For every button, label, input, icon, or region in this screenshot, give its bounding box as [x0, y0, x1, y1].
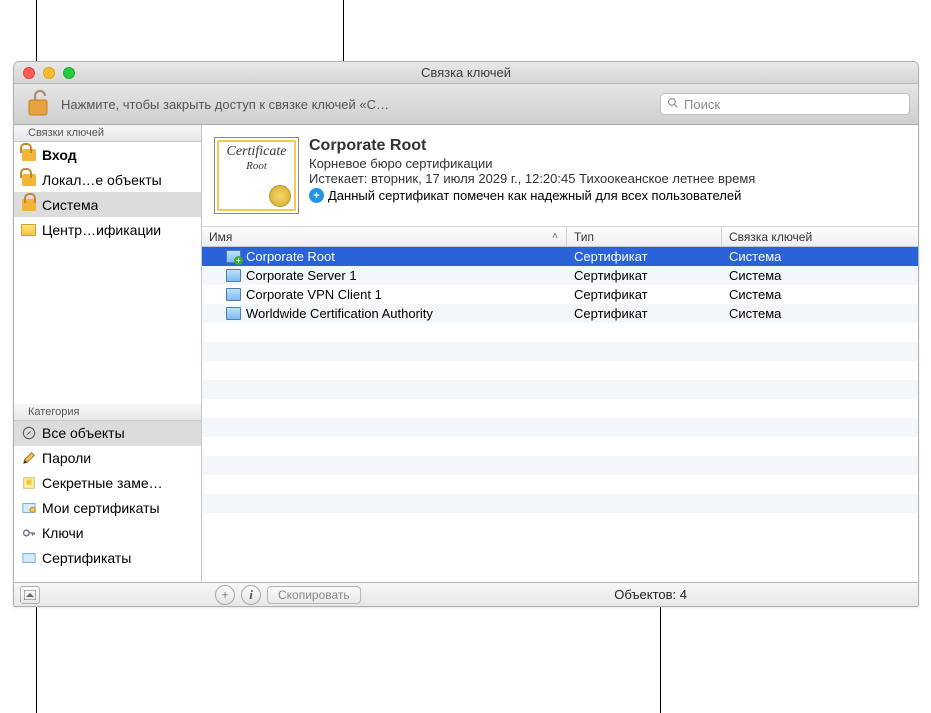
sidebar-item-label: Все объекты — [42, 425, 125, 441]
add-button[interactable]: + — [215, 585, 235, 605]
lock-open-icon — [20, 146, 37, 163]
sidebar-item-label: Сертификаты — [42, 550, 131, 566]
folder-icon — [20, 221, 37, 238]
sidebar: Связки ключей Вход Локал…е объекты Система… — [14, 125, 202, 582]
zoom-window-button[interactable] — [63, 67, 75, 79]
titlebar: Связка ключей — [14, 62, 918, 84]
sidebar-item-label: Пароли — [42, 450, 91, 466]
row-type: Сертификат — [567, 249, 722, 264]
sort-ascending-icon: ˄ — [552, 231, 558, 242]
close-window-button[interactable] — [23, 67, 35, 79]
certificate-table: Corporate RootСертификатСистемаCorporate… — [202, 247, 918, 582]
table-row[interactable]: Corporate Root СертификатСистема — [202, 247, 918, 266]
table-row-empty — [202, 380, 918, 399]
table-row-empty — [202, 323, 918, 342]
row-type: Сертификат — [567, 287, 722, 302]
sidebar-item-label: Мои сертификаты — [42, 500, 160, 516]
table-row-empty — [202, 437, 918, 456]
copy-button[interactable]: Скопировать — [267, 586, 361, 604]
compass-icon — [20, 425, 37, 442]
table-row[interactable]: Corporate VPN Client 1 СертификатСистема — [202, 285, 918, 304]
certificate-icon — [226, 269, 241, 282]
certificate-icon — [226, 307, 241, 320]
table-row[interactable]: Worldwide Certification Authority Сертифи… — [202, 304, 918, 323]
sidebar-item-label: Ключи — [42, 525, 84, 541]
note-icon — [20, 475, 37, 492]
row-name: Corporate Root — [246, 249, 335, 264]
table-row-empty — [202, 342, 918, 361]
seal-icon — [269, 185, 291, 207]
row-name: Corporate Server 1 — [246, 268, 357, 283]
sidebar-category-item[interactable]: Секретные заме… — [14, 471, 201, 496]
certificate-trust-status: + Данный сертификат помечен как надежный… — [309, 188, 906, 203]
certificate-type-label: Корневое бюро сертификации — [309, 156, 906, 171]
info-button[interactable]: i — [241, 585, 261, 605]
search-input[interactable] — [684, 97, 903, 112]
pencil-icon — [20, 450, 37, 467]
certificate-icon — [226, 288, 241, 301]
toolbar: Нажмите, чтобы закрыть доступ к связке к… — [14, 84, 918, 125]
table-row-empty — [202, 399, 918, 418]
footer-item-count: Объектов: 4 — [614, 587, 687, 602]
column-keychain[interactable]: Связка ключей — [722, 227, 918, 246]
sidebar-item-label: Секретные заме… — [42, 475, 163, 491]
sidebar-keychain-item[interactable]: Вход — [14, 142, 201, 167]
lock-closed-icon — [20, 196, 37, 213]
row-keychain: Система — [722, 287, 918, 302]
sidebar-item-label: Система — [42, 197, 98, 213]
row-name: Corporate VPN Client 1 — [246, 287, 382, 302]
row-type: Сертификат — [567, 268, 722, 283]
certificate-detail: Certificate Root Corporate Root Корневое… — [202, 125, 918, 227]
row-type: Сертификат — [567, 306, 722, 321]
row-keychain: Система — [722, 249, 918, 264]
table-row-empty — [202, 418, 918, 437]
certificate-expiry: Истекает: вторник, 17 июля 2029 г., 12:2… — [309, 171, 906, 186]
cert-icon — [20, 550, 37, 567]
table-row-empty — [202, 456, 918, 475]
sidebar-keychain-item[interactable]: Система — [14, 192, 201, 217]
key-icon — [20, 525, 37, 542]
column-type[interactable]: Тип — [567, 227, 722, 246]
certificate-thumbnail: Certificate Root — [214, 137, 299, 214]
row-name: Worldwide Certification Authority — [246, 306, 433, 321]
sidebar-header-category: Категория — [14, 404, 201, 421]
table-row[interactable]: Corporate Server 1 СертификатСистема — [202, 266, 918, 285]
table-row-empty — [202, 494, 918, 513]
sidebar-header-keychains: Связки ключей — [14, 125, 201, 142]
keychain-access-window: Связка ключей Нажмите, чтобы закрыть дос… — [13, 61, 919, 607]
row-keychain: Система — [722, 268, 918, 283]
sidebar-category-item[interactable]: Сертификаты — [14, 546, 201, 571]
sidebar-keychain-item[interactable]: Центр…ификации — [14, 217, 201, 242]
search-icon — [667, 97, 679, 112]
certificate-name: Corporate Root — [309, 137, 906, 155]
sidebar-item-label: Вход — [42, 147, 77, 163]
lock-toggle-icon[interactable] — [22, 88, 55, 121]
sidebar-category-item[interactable]: Ключи — [14, 521, 201, 546]
lock-open-icon — [20, 171, 37, 188]
column-name[interactable]: Имя ˄ — [202, 227, 567, 246]
sidebar-category-item[interactable]: Пароли — [14, 446, 201, 471]
table-header: Имя ˄ Тип Связка ключей — [202, 227, 918, 247]
main-content: Certificate Root Corporate Root Корневое… — [202, 125, 918, 582]
table-row-empty — [202, 361, 918, 380]
lock-status-text[interactable]: Нажмите, чтобы закрыть доступ к связке к… — [61, 97, 389, 112]
toggle-sidebar-button[interactable] — [20, 586, 40, 604]
minimize-window-button[interactable] — [43, 67, 55, 79]
footer-bar: + i Скопировать Объектов: 4 — [14, 582, 918, 606]
trust-plus-icon: + — [309, 188, 324, 203]
window-title: Связка ключей — [14, 65, 918, 80]
sidebar-item-label: Локал…е объекты — [42, 172, 162, 188]
sidebar-keychain-item[interactable]: Локал…е объекты — [14, 167, 201, 192]
row-keychain: Система — [722, 306, 918, 321]
search-field[interactable] — [660, 93, 910, 115]
sidebar-category-item[interactable]: Все объекты — [14, 421, 201, 446]
sidebar-category-item[interactable]: Мои сертификаты — [14, 496, 201, 521]
cert-my-icon — [20, 500, 37, 517]
sidebar-item-label: Центр…ификации — [42, 222, 161, 238]
table-row-empty — [202, 475, 918, 494]
certificate-icon — [226, 250, 241, 263]
